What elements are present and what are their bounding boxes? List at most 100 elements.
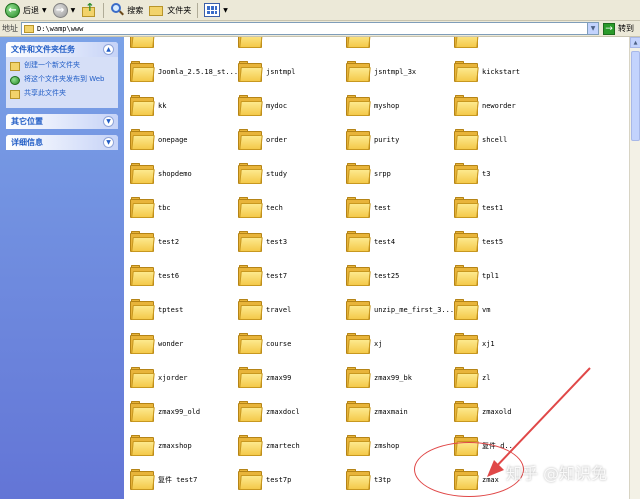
folder-item[interactable]: kk <box>130 91 238 121</box>
folder-item[interactable]: shopdemo <box>130 159 238 189</box>
folder-label: t3 <box>482 170 491 178</box>
details-header[interactable]: 详细信息 ▼ <box>6 135 118 150</box>
views-dropdown-icon[interactable]: ▼ <box>223 7 228 14</box>
back-arrow-icon: ← <box>5 2 20 18</box>
address-input[interactable]: D:\wamp\www ▼ <box>21 22 599 35</box>
search-label: 搜索 <box>127 5 144 15</box>
back-dropdown-icon[interactable]: ▼ <box>42 7 47 14</box>
task-share-folder[interactable]: 共享此文件夹 <box>10 89 114 99</box>
folder-icon <box>130 163 155 185</box>
folder-item[interactable]: tptest <box>130 295 238 325</box>
folder-item[interactable]: travel <box>238 295 346 325</box>
task-publish-to-web[interactable]: 将这个文件夹发布到 Web <box>10 75 114 85</box>
folder-item[interactable]: onepage <box>130 125 238 155</box>
folder-item[interactable]: test2 <box>130 227 238 257</box>
folder-item[interactable]: vm <box>454 295 562 325</box>
folder-item[interactable]: course <box>238 329 346 359</box>
folder-icon <box>238 95 263 117</box>
folder-icon <box>454 469 479 491</box>
views-button[interactable]: ▼ <box>201 1 231 20</box>
folder-item[interactable]: purity <box>346 125 454 155</box>
folder-item[interactable]: test4 <box>346 227 454 257</box>
folder-item[interactable]: mydoc <box>238 91 346 121</box>
folder-item[interactable] <box>130 37 238 53</box>
folders-button[interactable]: 文件夹 <box>146 1 194 20</box>
folder-label: purity <box>374 136 400 144</box>
vertical-scrollbar[interactable]: ▲ <box>629 37 640 499</box>
task-make-new-folder[interactable]: 创建一个新文件夹 <box>10 61 114 71</box>
address-label: 地址 <box>2 24 18 33</box>
folder-item[interactable]: test1 <box>454 193 562 223</box>
expand-chevron-icon[interactable]: ▼ <box>103 137 114 148</box>
folder-item[interactable] <box>238 37 346 53</box>
back-button[interactable]: ← 后退 ▼ <box>2 1 50 20</box>
address-dropdown-icon[interactable]: ▼ <box>587 23 598 34</box>
other-places-header[interactable]: 其它位置 ▼ <box>6 114 118 129</box>
folder-item[interactable]: tbc <box>130 193 238 223</box>
folder-item[interactable]: test7p <box>238 465 346 495</box>
folder-item[interactable]: zmaxdocl <box>238 397 346 427</box>
tasks-list: 创建一个新文件夹 将这个文件夹发布到 Web 共享此文件夹 <box>6 57 118 108</box>
collapse-chevron-icon[interactable]: ▲ <box>103 44 114 55</box>
up-button[interactable]: ↑ <box>78 1 100 20</box>
folder-item[interactable]: zmaxold <box>454 397 562 427</box>
task-pane: 文件和文件夹任务 ▲ 创建一个新文件夹 将这个文件夹发布到 Web 共享此文件夹 <box>0 37 124 499</box>
folder-item[interactable]: kickstart <box>454 57 562 87</box>
folder-item[interactable]: test25 <box>346 261 454 291</box>
folder-item[interactable]: test7 <box>238 261 346 291</box>
new-folder-icon <box>10 62 20 71</box>
folder-item[interactable] <box>346 37 454 53</box>
scroll-up-icon[interactable]: ▲ <box>630 37 640 48</box>
forward-button[interactable]: → ▼ <box>50 1 79 20</box>
folder-item[interactable]: unzip_me_first_3... <box>346 295 454 325</box>
folder-item[interactable]: xj <box>346 329 454 359</box>
expand-chevron-icon[interactable]: ▼ <box>103 116 114 127</box>
folder-item[interactable]: zmartech <box>238 431 346 461</box>
folder-item[interactable]: Joomla_2.5.18_st... <box>130 57 238 87</box>
task-label: 将这个文件夹发布到 Web <box>24 75 105 83</box>
folder-item[interactable]: t3tp <box>346 465 454 495</box>
go-button[interactable]: → 转到 <box>603 22 634 35</box>
folder-item[interactable]: tech <box>238 193 346 223</box>
folder-item[interactable]: 复件 d... <box>454 431 562 461</box>
folder-item[interactable]: order <box>238 125 346 155</box>
folder-item[interactable]: myshop <box>346 91 454 121</box>
folder-icon <box>346 435 371 457</box>
folder-item[interactable]: zmax99_bk <box>346 363 454 393</box>
folder-item[interactable]: zmaxshop <box>130 431 238 461</box>
folder-item[interactable]: shcell <box>454 125 562 155</box>
folder-label: xj1 <box>482 340 495 348</box>
folder-item[interactable]: wonder <box>130 329 238 359</box>
folder-label: zmax <box>482 476 499 484</box>
folder-item[interactable]: test6 <box>130 261 238 291</box>
folder-item[interactable]: tpl1 <box>454 261 562 291</box>
folder-item[interactable]: neworder <box>454 91 562 121</box>
folder-item[interactable] <box>454 37 562 53</box>
folder-label: zmshop <box>374 442 400 450</box>
folder-icon <box>454 231 479 253</box>
address-path: D:\wamp\www <box>37 24 84 33</box>
folder-item[interactable]: xjorder <box>130 363 238 393</box>
folder-item[interactable]: zmax99 <box>238 363 346 393</box>
folder-item[interactable]: zl <box>454 363 562 393</box>
folder-item[interactable]: zmax99_old <box>130 397 238 427</box>
folder-item[interactable]: jsntmpl_3x <box>346 57 454 87</box>
file-folder-tasks-header[interactable]: 文件和文件夹任务 ▲ <box>6 42 118 57</box>
scroll-thumb[interactable] <box>631 51 640 141</box>
folder-item[interactable]: t3 <box>454 159 562 189</box>
folder-item[interactable]: test3 <box>238 227 346 257</box>
folder-item[interactable]: srpp <box>346 159 454 189</box>
folder-item[interactable]: xj1 <box>454 329 562 359</box>
folder-item[interactable]: zmaxmain <box>346 397 454 427</box>
folder-item[interactable]: test5 <box>454 227 562 257</box>
folder-item[interactable]: jsntmpl <box>238 57 346 87</box>
folder-icon <box>238 367 263 389</box>
folder-item[interactable]: zmshop <box>346 431 454 461</box>
folder-icon <box>346 129 371 151</box>
folder-item[interactable]: test <box>346 193 454 223</box>
forward-dropdown-icon[interactable]: ▼ <box>71 7 76 14</box>
folder-item[interactable]: study <box>238 159 346 189</box>
search-button[interactable]: 搜索 <box>107 1 146 20</box>
folder-label: shcell <box>482 136 508 144</box>
folder-item[interactable]: 复件 test7 <box>130 465 238 495</box>
